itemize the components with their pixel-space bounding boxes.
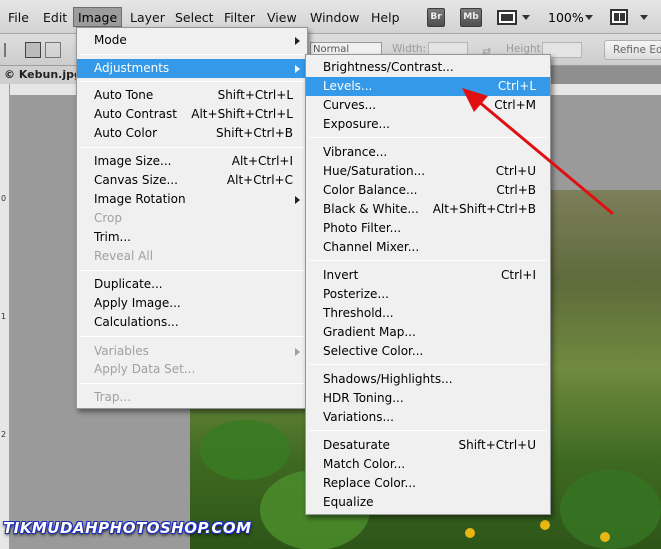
tool-preset-icon[interactable] bbox=[4, 43, 12, 57]
menu-item-mode[interactable]: Mode bbox=[77, 31, 307, 50]
menu-file[interactable]: File bbox=[8, 8, 29, 28]
menu-item-trim[interactable]: Trim... bbox=[77, 228, 307, 247]
menu-item-vibrance[interactable]: Vibrance... bbox=[306, 143, 550, 162]
menu-divider bbox=[80, 270, 304, 271]
flower bbox=[600, 532, 610, 542]
chevron-down-icon[interactable] bbox=[522, 15, 530, 20]
menu-item-gradient-map[interactable]: Gradient Map... bbox=[306, 323, 550, 342]
chevron-down-icon[interactable] bbox=[585, 15, 593, 20]
menu-item-variations[interactable]: Variations... bbox=[306, 408, 550, 427]
menu-item-duplicate[interactable]: Duplicate... bbox=[77, 275, 307, 294]
menu-item-hue-saturation[interactable]: Hue/Saturation... Ctrl+U bbox=[306, 162, 550, 181]
menu-select[interactable]: Select bbox=[175, 8, 214, 28]
flower bbox=[540, 520, 550, 530]
submenu-arrow-icon bbox=[295, 348, 300, 356]
menu-item-auto-color[interactable]: Auto Color Shift+Ctrl+B bbox=[77, 124, 307, 143]
bridge-button[interactable]: Br bbox=[427, 8, 445, 27]
menu-item-image-rotation[interactable]: Image Rotation bbox=[77, 190, 307, 209]
menu-divider bbox=[309, 364, 547, 365]
flower bbox=[465, 528, 475, 538]
refine-edge-button[interactable]: Refine Edg bbox=[604, 40, 661, 60]
menu-item-adjustments[interactable]: Adjustments bbox=[77, 59, 307, 78]
menu-item-posterize[interactable]: Posterize... bbox=[306, 285, 550, 304]
menu-item-exposure[interactable]: Exposure... bbox=[306, 115, 550, 134]
menu-item-selective-color[interactable]: Selective Color... bbox=[306, 342, 550, 361]
submenu-arrow-icon bbox=[295, 65, 300, 73]
arrange-documents-icon[interactable] bbox=[610, 9, 628, 25]
menu-item-trap: Trap... bbox=[94, 390, 131, 404]
menu-divider bbox=[80, 336, 304, 337]
new-selection-icon[interactable] bbox=[25, 42, 41, 58]
menu-divider bbox=[309, 260, 547, 261]
menu-item-calculations[interactable]: Calculations... bbox=[77, 313, 307, 332]
menu-item-levels[interactable]: Levels... Ctrl+L bbox=[306, 77, 550, 96]
menu-item-canvas-size[interactable]: Canvas Size... Alt+Ctrl+C bbox=[77, 171, 307, 190]
ruler-mark: 0 bbox=[1, 194, 7, 203]
menu-help[interactable]: Help bbox=[371, 8, 400, 28]
menu-item-reveal-all: Reveal All bbox=[94, 249, 154, 263]
menu-divider bbox=[80, 383, 304, 384]
menu-item-equalize[interactable]: Equalize bbox=[306, 493, 550, 512]
submenu-arrow-icon bbox=[295, 196, 300, 204]
menu-item-shadows-highlights[interactable]: Shadows/Highlights... bbox=[306, 370, 550, 389]
minibridge-button[interactable]: Mb bbox=[460, 8, 482, 27]
submenu-arrow-icon bbox=[295, 37, 300, 45]
menu-item-invert[interactable]: Invert Ctrl+I bbox=[306, 266, 550, 285]
zoom-level[interactable]: 100% bbox=[548, 8, 584, 28]
menu-view[interactable]: View bbox=[267, 8, 297, 28]
menu-item-brightness-contrast[interactable]: Brightness/Contrast... bbox=[306, 58, 550, 77]
menu-divider bbox=[309, 137, 547, 138]
menu-item-threshold[interactable]: Threshold... bbox=[306, 304, 550, 323]
menu-item-channel-mixer[interactable]: Channel Mixer... bbox=[306, 238, 550, 257]
leaf-shape bbox=[560, 470, 661, 549]
menu-item-auto-contrast[interactable]: Auto Contrast Alt+Shift+Ctrl+L bbox=[77, 105, 307, 124]
menu-layer[interactable]: Layer bbox=[130, 8, 165, 28]
adjustments-submenu: Brightness/Contrast... Levels... Ctrl+L C… bbox=[305, 54, 551, 515]
menu-divider bbox=[80, 147, 304, 148]
ruler-mark: 2 bbox=[1, 430, 7, 439]
vertical-ruler: 0 1 2 bbox=[0, 84, 10, 549]
menu-item-replace-color[interactable]: Replace Color... bbox=[306, 474, 550, 493]
menu-item-match-color[interactable]: Match Color... bbox=[306, 455, 550, 474]
menu-divider bbox=[309, 430, 547, 431]
menu-divider bbox=[80, 54, 304, 55]
screen-mode-icon[interactable] bbox=[497, 10, 517, 25]
menu-item-apply-image[interactable]: Apply Image... bbox=[77, 294, 307, 313]
menu-item-desaturate[interactable]: Desaturate Shift+Ctrl+U bbox=[306, 436, 550, 455]
menu-item-crop: Crop bbox=[94, 211, 123, 225]
menu-item-variables: Variables bbox=[77, 342, 307, 361]
menu-image[interactable]: Image bbox=[73, 7, 123, 27]
menu-item-color-balance[interactable]: Color Balance... Ctrl+B bbox=[306, 181, 550, 200]
leaf-shape bbox=[200, 420, 290, 480]
menu-item-image-size[interactable]: Image Size... Alt+Ctrl+I bbox=[77, 152, 307, 171]
image-menu: Mode Adjustments Auto Tone Shift+Ctrl+L A… bbox=[76, 27, 308, 409]
menu-edit[interactable]: Edit bbox=[43, 8, 67, 28]
menu-divider bbox=[80, 81, 304, 82]
menu-window[interactable]: Window bbox=[310, 8, 359, 28]
menu-item-black-white[interactable]: Black & White... Alt+Shift+Ctrl+B bbox=[306, 200, 550, 219]
menu-item-hdr-toning[interactable]: HDR Toning... bbox=[306, 389, 550, 408]
menu-item-apply-data-set: Apply Data Set... bbox=[94, 362, 196, 376]
add-selection-icon[interactable] bbox=[45, 42, 61, 58]
menu-item-curves[interactable]: Curves... Ctrl+M bbox=[306, 96, 550, 115]
ruler-mark: 1 bbox=[1, 312, 7, 321]
watermark-text: TIKMUDAHPHOTOSHOP.COM bbox=[3, 519, 252, 537]
menu-filter[interactable]: Filter bbox=[224, 8, 255, 28]
chevron-down-icon[interactable] bbox=[640, 15, 648, 20]
menu-item-auto-tone[interactable]: Auto Tone Shift+Ctrl+L bbox=[77, 86, 307, 105]
menu-item-photo-filter[interactable]: Photo Filter... bbox=[306, 219, 550, 238]
